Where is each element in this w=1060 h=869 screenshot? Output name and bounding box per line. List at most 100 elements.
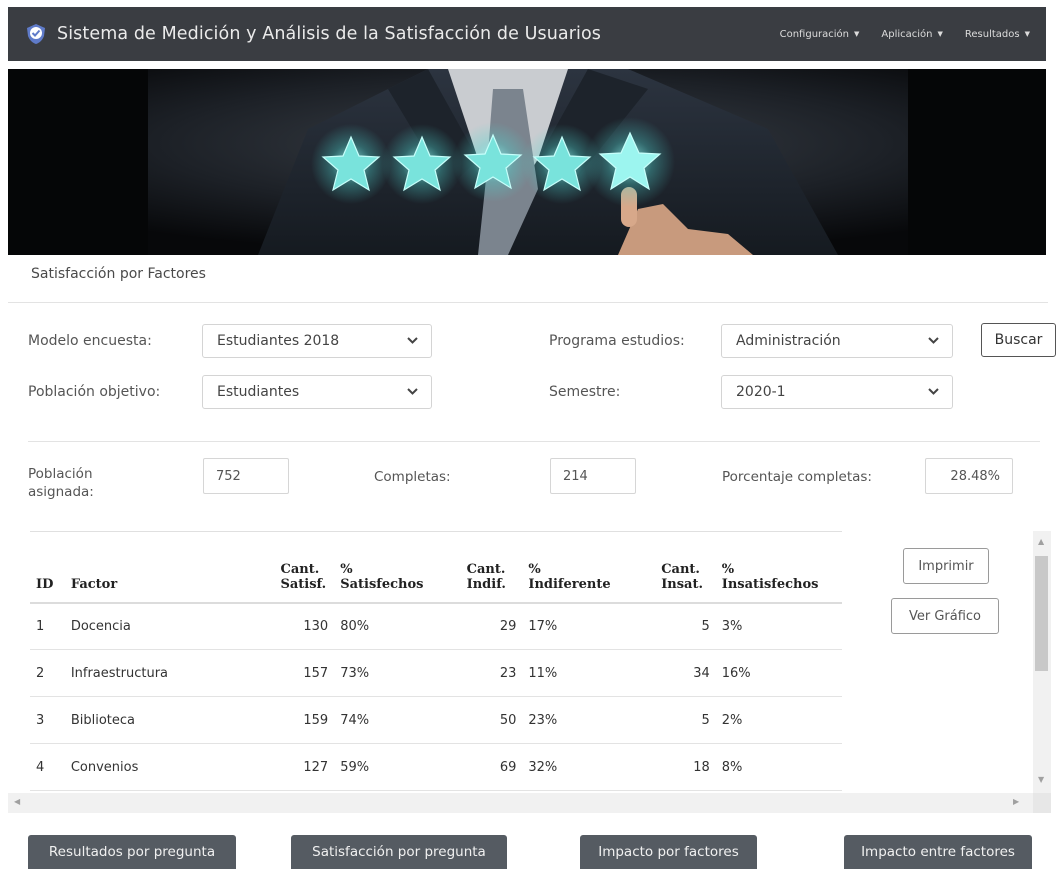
programa-value: Administración xyxy=(736,333,841,349)
cell-cant-satisf: 127 xyxy=(212,743,335,791)
semestre-select[interactable]: 2020-1 xyxy=(721,375,953,409)
cell-pct-satisf: 80% xyxy=(334,602,437,650)
cell-id: 3 xyxy=(30,696,65,744)
cell-pct-indif: 17% xyxy=(522,602,632,650)
section-title: Satisfacción por Factores xyxy=(31,266,206,282)
hero-image xyxy=(8,69,1046,255)
col-cant-satisf-line2: Satisf. xyxy=(280,576,327,592)
imprimir-button[interactable]: Imprimir xyxy=(903,548,989,584)
scroll-up-icon[interactable]: ▲ xyxy=(1038,537,1044,546)
cell-cant-indif: 50 xyxy=(436,696,523,744)
porcentaje-value: 28.48% xyxy=(925,458,1013,494)
poblacion-asignada-label-line1: Población xyxy=(28,466,93,482)
impacto-por-factores-button[interactable]: Impacto por factores xyxy=(580,835,757,869)
modelo-label: Modelo encuesta: xyxy=(28,333,152,349)
poblacion-asignada-value: 752 xyxy=(203,458,289,494)
satisfaccion-por-pregunta-button[interactable]: Satisfacción por pregunta xyxy=(291,835,507,869)
caret-down-icon: ▼ xyxy=(854,30,860,38)
cell-pct-indif: 11% xyxy=(522,649,632,697)
cell-pct-satisf: 73% xyxy=(334,649,437,697)
scroll-left-icon[interactable]: ◀ xyxy=(14,797,20,806)
chevron-down-icon xyxy=(407,337,418,344)
table-row[interactable]: 3 Biblioteca 159 74% 50 23% 5 2% xyxy=(30,696,842,744)
modelo-value: Estudiantes 2018 xyxy=(217,333,340,349)
results-table-container: ID Factor Cant. Satisf. % Satisfechos Ca… xyxy=(25,531,1055,814)
cell-id: 2 xyxy=(30,649,65,697)
col-pct-insat-line2: Insatisfechos xyxy=(721,576,819,592)
col-id: ID xyxy=(30,531,65,604)
vertical-scrollbar[interactable]: ▲ ▼ xyxy=(1033,531,1051,793)
col-pct-insat: % Insatisfechos xyxy=(715,531,842,604)
buscar-button[interactable]: Buscar xyxy=(981,323,1056,357)
impacto-entre-factores-button[interactable]: Impacto entre factores xyxy=(844,835,1032,869)
cell-id: 4 xyxy=(30,743,65,791)
col-cant-satisf-line1: Cant. xyxy=(280,561,320,577)
ver-grafico-button[interactable]: Ver Gráfico xyxy=(891,598,999,634)
app-title[interactable]: Sistema de Medición y Análisis de la Sat… xyxy=(57,24,601,44)
cell-cant-indif: 29 xyxy=(436,602,523,650)
col-pct-indif-line1: % xyxy=(528,561,541,577)
modelo-select[interactable]: Estudiantes 2018 xyxy=(202,324,432,358)
col-pct-indif: % Indiferente xyxy=(522,531,632,604)
col-factor: Factor xyxy=(64,531,213,604)
divider xyxy=(28,441,1040,442)
semestre-label: Semestre: xyxy=(549,384,621,400)
cell-cant-insat: 5 xyxy=(631,696,716,744)
scroll-down-icon[interactable]: ▼ xyxy=(1038,775,1044,784)
chevron-down-icon xyxy=(407,388,418,395)
semestre-value: 2020-1 xyxy=(736,384,786,400)
col-pct-satisf-line1: % xyxy=(340,561,353,577)
shield-check-icon xyxy=(25,23,47,45)
horizontal-scrollbar[interactable]: ◀ ▶ xyxy=(8,793,1033,813)
cell-pct-satisf: 74% xyxy=(334,696,437,744)
table-row[interactable]: 1 Docencia 130 80% 29 17% 5 3% xyxy=(30,602,842,650)
cell-pct-satisf: 59% xyxy=(334,743,437,791)
table-row[interactable]: 2 Infraestructura 157 73% 23 11% 34 16% xyxy=(30,649,842,697)
cell-pct-insat: 2% xyxy=(715,696,842,744)
cell-factor: Infraestructura xyxy=(64,649,213,697)
cell-cant-satisf: 159 xyxy=(212,696,335,744)
completas-value: 214 xyxy=(550,458,636,494)
cell-factor: Convenios xyxy=(64,743,213,791)
nav-resultados-label: Resultados xyxy=(964,28,1020,40)
col-cant-indif-line1: Cant. xyxy=(466,561,506,577)
col-pct-insat-line1: % xyxy=(721,561,735,577)
nav-aplicacion[interactable]: Aplicación ▼ xyxy=(881,29,943,40)
poblacion-select[interactable]: Estudiantes xyxy=(202,375,432,409)
col-cant-satisf: Cant. Satisf. xyxy=(212,531,335,604)
cell-cant-insat: 34 xyxy=(631,649,716,697)
col-cant-indif: Cant. Indif. xyxy=(436,531,523,604)
col-cant-insat-line1: Cant. xyxy=(661,561,700,577)
col-cant-indif-line2: Indif. xyxy=(466,576,506,592)
col-pct-indif-line2: Indiferente xyxy=(528,576,611,592)
results-table: ID Factor Cant. Satisf. % Satisfechos Ca… xyxy=(30,531,842,791)
porcentaje-label: Porcentaje completas: xyxy=(722,469,872,485)
programa-select[interactable]: Administración xyxy=(721,324,953,358)
cell-pct-insat: 8% xyxy=(715,743,842,791)
scrollbar-thumb[interactable] xyxy=(1035,556,1048,671)
col-pct-satisf-line2: Satisfechos xyxy=(340,576,424,592)
cell-cant-indif: 23 xyxy=(436,649,523,697)
cell-pct-insat: 3% xyxy=(715,602,842,650)
hero-banner xyxy=(8,69,1046,255)
chevron-down-icon xyxy=(928,388,939,395)
cell-factor: Docencia xyxy=(64,602,213,650)
nav-resultados[interactable]: Resultados ▼ xyxy=(965,29,1030,40)
col-cant-insat: Cant. Insat. xyxy=(631,531,716,604)
poblacion-label: Población objetivo: xyxy=(28,384,161,400)
nav-configuracion-label: Configuración xyxy=(779,28,850,40)
cell-factor: Biblioteca xyxy=(64,696,213,744)
nav-configuracion[interactable]: Configuración ▼ xyxy=(780,29,860,40)
cell-cant-insat: 5 xyxy=(631,602,716,650)
resultados-por-pregunta-button[interactable]: Resultados por pregunta xyxy=(28,835,236,869)
scroll-right-icon[interactable]: ▶ xyxy=(1013,797,1019,806)
programa-label: Programa estudios: xyxy=(549,333,685,349)
table-row[interactable]: 4 Convenios 127 59% 69 32% 18 8% xyxy=(30,743,842,791)
cell-pct-insat: 16% xyxy=(715,649,842,697)
poblacion-asignada-label: Población asignada: xyxy=(28,465,94,501)
table-header-row: ID Factor Cant. Satisf. % Satisfechos Ca… xyxy=(30,531,842,604)
nav-aplicacion-label: Aplicación xyxy=(881,28,933,40)
cell-cant-satisf: 157 xyxy=(212,649,335,697)
cell-cant-satisf: 130 xyxy=(212,602,335,650)
cell-cant-insat: 18 xyxy=(631,743,716,791)
